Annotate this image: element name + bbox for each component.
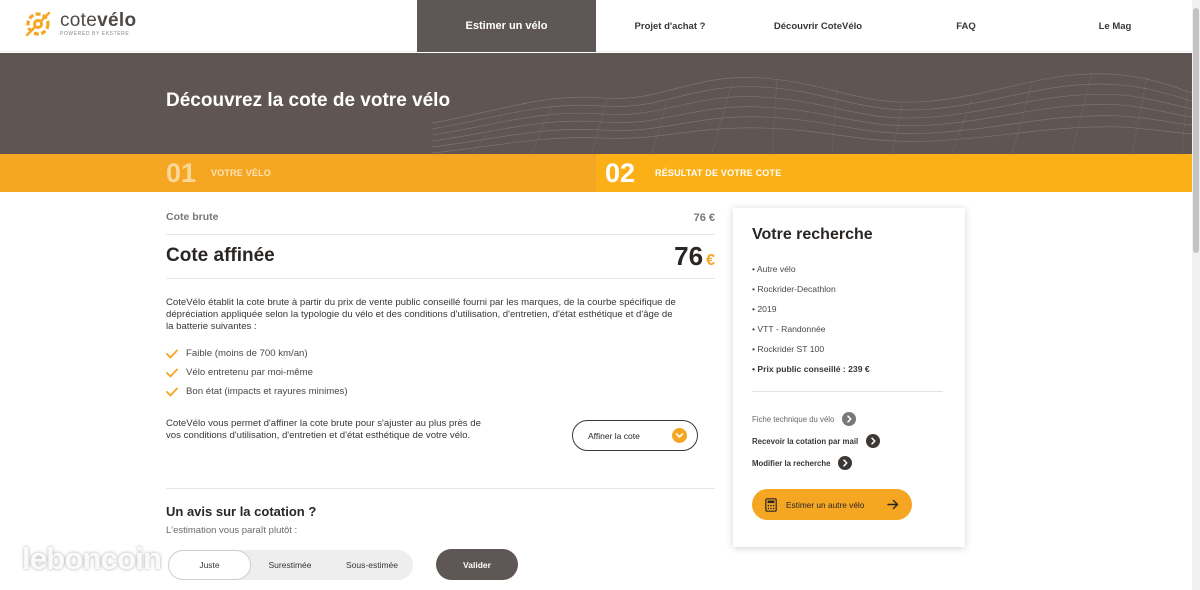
card-title: Votre recherche <box>752 226 873 243</box>
page-scrollbar[interactable] <box>1192 0 1200 590</box>
condition-text: Vélo entretenu par moi-même <box>186 367 313 378</box>
list-item: • 2019 <box>752 304 777 314</box>
cote-affinee-value: 76 € <box>674 241 715 272</box>
leboncoin-watermark: leboncoin <box>22 541 162 576</box>
cta-label: Estimer un autre vélo <box>786 499 865 510</box>
chevron-down-icon <box>672 428 687 443</box>
cote-affinee-label: Cote affinée <box>166 245 275 266</box>
cote-affinee-row: Cote affinée 76 € <box>166 236 715 279</box>
condition-text: Faible (moins de 700 km/an) <box>186 348 308 359</box>
section-divider <box>166 488 715 489</box>
cote-brute-label: Cote brute <box>166 211 219 223</box>
step-resultat: 02 RÉSULTAT DE VOTRE COTE <box>596 154 1192 192</box>
progress-steps: 01 VOTRE VÉLO 02 RÉSULTAT DE VOTRE COTE <box>0 154 1192 192</box>
avis-segmented-control: Juste Surestimée Sous-estimée <box>168 550 413 580</box>
checkmark-icon <box>166 368 178 377</box>
link-label: Modifier la recherche <box>752 458 831 468</box>
estimer-autre-velo-button[interactable]: Estimer un autre vélo <box>752 489 912 520</box>
affiner-button-label: Affiner la cote <box>588 430 640 441</box>
cotevelo-logo[interactable]: cotevélo powered by ekstere <box>24 10 136 38</box>
scrollbar-thumb[interactable] <box>1193 8 1199 253</box>
conditions-list: Faible (moins de 700 km/an) Vélo entrete… <box>166 344 348 401</box>
hero-banner: Découvrez la cote de votre vélo <box>0 53 1192 154</box>
nav-faq[interactable]: FAQ <box>892 0 1040 52</box>
nav-estimer-un-velo[interactable]: Estimer un vélo <box>417 0 596 52</box>
list-item: • VTT - Randonnée <box>752 324 826 334</box>
avis-option-juste[interactable]: Juste <box>168 550 251 580</box>
checkmark-icon <box>166 349 178 358</box>
recevoir-cotation-link[interactable]: Recevoir la cotation par mail <box>752 430 881 452</box>
calculator-icon <box>765 497 777 512</box>
cote-description: CoteVélo établit la cote brute à partir … <box>166 297 676 332</box>
main-nav: Estimer un vélo Projet d'achat ? Découvr… <box>417 0 1190 52</box>
cote-brute-row: Cote brute 76 € <box>166 209 715 235</box>
card-divider <box>752 391 943 392</box>
list-item: • Rockrider-Decathlon <box>752 284 836 294</box>
top-navigation-bar: cotevélo powered by ekstere Estimer un v… <box>0 0 1192 52</box>
avis-title: Un avis sur la cotation ? <box>166 504 317 519</box>
step-votre-velo[interactable]: 01 VOTRE VÉLO <box>0 154 596 192</box>
chevron-right-icon <box>842 412 857 426</box>
list-item: • Rockrider ST 100 <box>752 344 825 354</box>
avis-option-sous-estimee[interactable]: Sous-estimée <box>331 550 413 580</box>
list-item: Faible (moins de 700 km/an) <box>166 344 348 363</box>
link-label: Recevoir la cotation par mail <box>752 436 859 446</box>
step-label: RÉSULTAT DE VOTRE COTE <box>655 168 782 178</box>
currency-symbol: € <box>706 252 715 269</box>
list-item: Vélo entretenu par moi-même <box>166 363 348 382</box>
step-label: VOTRE VÉLO <box>211 168 272 178</box>
list-item: Bon état (impacts et rayures minimes) <box>166 382 348 401</box>
nav-decouvrir-cotevelo[interactable]: Découvrir CoteVélo <box>744 0 892 52</box>
list-item: • Autre vélo <box>752 264 796 274</box>
link-label: Fiche technique du vélo <box>752 414 835 424</box>
affiner-la-cote-button[interactable]: Affiner la cote <box>572 420 698 451</box>
search-summary-list: • Autre vélo • Rockrider-Decathlon • 201… <box>752 259 870 379</box>
chevron-right-icon <box>866 434 881 448</box>
step-number: 02 <box>605 157 636 188</box>
avis-option-surestimee[interactable]: Surestimée <box>249 550 331 580</box>
affiner-description: CoteVélo vous permet d'affiner la cote b… <box>166 418 481 441</box>
votre-recherche-card: Votre recherche • Autre vélo • Rockrider… <box>733 208 965 547</box>
cote-affinee-amount: 76 <box>674 241 704 271</box>
logo-powered-by: powered by ekstere <box>60 31 130 37</box>
condition-text: Bon état (impacts et rayures minimes) <box>186 386 348 397</box>
fiche-technique-link[interactable]: Fiche technique du vélo <box>752 408 880 430</box>
card-links: Fiche technique du vélo Recevoir la cota… <box>752 408 881 474</box>
arrow-right-icon <box>887 499 899 510</box>
page-title: Découvrez la cote de votre vélo <box>166 90 451 111</box>
cotevelo-logo-icon <box>25 11 51 37</box>
nav-le-mag[interactable]: Le Mag <box>1040 0 1190 52</box>
step-number: 01 <box>166 157 197 188</box>
chevron-right-icon <box>838 456 853 470</box>
avis-subtitle: L'estimation vous paraît plutôt : <box>166 525 298 536</box>
nav-projet-achat[interactable]: Projet d'achat ? <box>596 0 744 52</box>
logo-wordmark: cotevélo <box>60 10 137 31</box>
checkmark-icon <box>166 387 178 396</box>
valider-button[interactable]: Valider <box>436 549 518 580</box>
modifier-recherche-link[interactable]: Modifier la recherche <box>752 452 880 474</box>
wireframe-terrain-background <box>432 72 1192 154</box>
prix-public-item: • Prix public conseillé : 239 € <box>752 364 870 374</box>
cote-brute-value: 76 € <box>693 212 715 224</box>
